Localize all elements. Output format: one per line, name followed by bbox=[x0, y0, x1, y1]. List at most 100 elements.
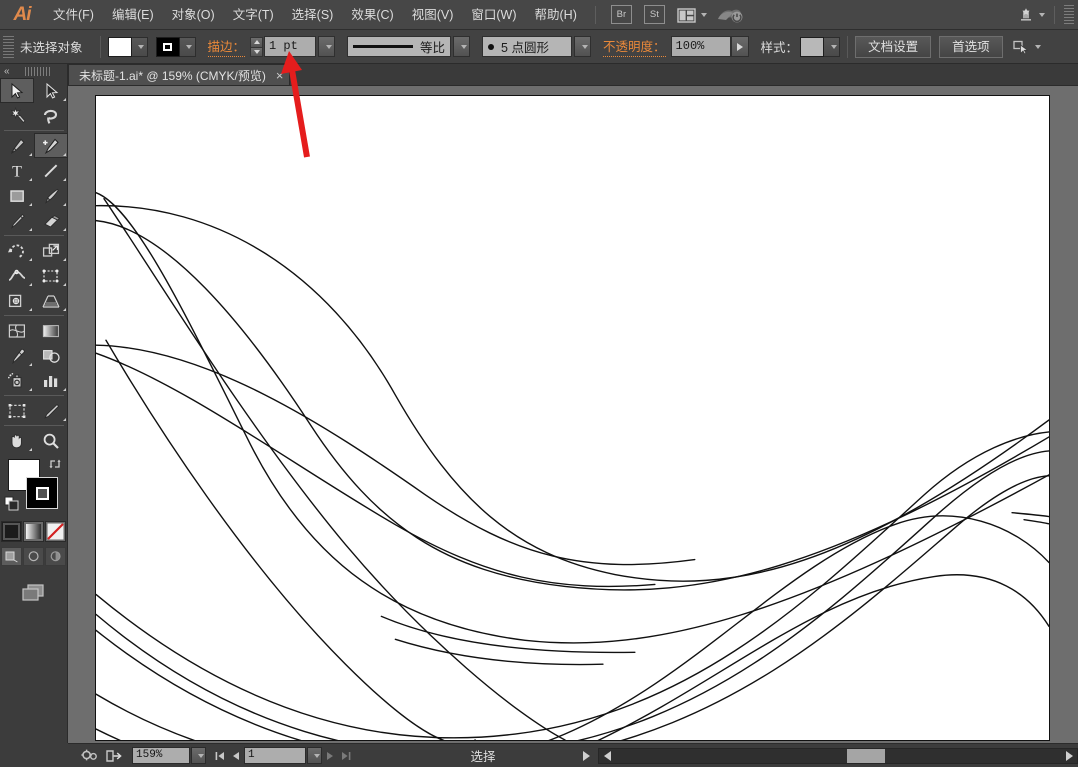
creative-cloud-sync-button[interactable] bbox=[717, 5, 745, 25]
tool-hand[interactable] bbox=[0, 428, 34, 453]
opacity-field[interactable]: 100% bbox=[670, 36, 731, 57]
default-fill-stroke-icon[interactable] bbox=[4, 496, 20, 515]
fill-swatch[interactable] bbox=[107, 36, 132, 57]
fill-dropdown-button[interactable] bbox=[131, 36, 148, 57]
menu-object[interactable]: 对象(O) bbox=[163, 0, 224, 30]
zoom-level-dropdown-button[interactable] bbox=[191, 747, 206, 764]
stroke-weight-label[interactable]: 描边： bbox=[207, 36, 246, 57]
close-icon[interactable]: × bbox=[276, 68, 284, 83]
tool-slice[interactable] bbox=[34, 398, 68, 423]
tool-gradient[interactable] bbox=[34, 318, 68, 343]
graphic-style-swatch[interactable] bbox=[800, 36, 825, 57]
stroke-profile-dropdown-button[interactable] bbox=[453, 36, 471, 57]
page-number-field[interactable]: 1 bbox=[244, 747, 306, 764]
artboard[interactable] bbox=[95, 95, 1050, 741]
workspace-switcher-button[interactable] bbox=[1017, 6, 1045, 24]
tool-magic-wand[interactable] bbox=[0, 103, 34, 128]
opacity-flyout-button[interactable] bbox=[730, 36, 749, 57]
screen-mode-button[interactable] bbox=[0, 580, 67, 604]
stroke-weight-field[interactable]: 1 pt bbox=[264, 36, 317, 57]
stroke-weight-stepper[interactable] bbox=[250, 36, 264, 57]
tool-mesh[interactable] bbox=[0, 318, 34, 343]
tool-free-transform[interactable] bbox=[34, 263, 68, 288]
tool-scale[interactable] bbox=[34, 238, 68, 263]
opacity-label[interactable]: 不透明度： bbox=[603, 36, 666, 57]
tool-artboard[interactable] bbox=[0, 398, 34, 423]
bridge-button[interactable]: Br bbox=[610, 5, 632, 24]
swap-fill-stroke-icon[interactable] bbox=[48, 457, 62, 474]
tool-blend[interactable] bbox=[34, 343, 68, 368]
menu-edit[interactable]: 编辑(E) bbox=[103, 0, 163, 30]
page-number-dropdown-button[interactable] bbox=[307, 747, 322, 764]
first-page-button[interactable] bbox=[212, 747, 228, 765]
tool-shape-builder[interactable] bbox=[0, 288, 34, 313]
tool-add-anchor-point[interactable] bbox=[34, 133, 68, 158]
menu-view[interactable]: 视图(V) bbox=[403, 0, 463, 30]
tool-pencil[interactable] bbox=[0, 208, 34, 233]
scroll-left-button[interactable] bbox=[599, 749, 615, 763]
tool-column-graph[interactable] bbox=[34, 368, 68, 393]
colormode-none-button[interactable] bbox=[45, 521, 66, 542]
document-tab[interactable]: 未标题-1.ai* @ 159% (CMYK/预览) × bbox=[68, 64, 291, 85]
tool-paintbrush[interactable] bbox=[34, 183, 68, 208]
stock-button[interactable]: St bbox=[643, 5, 665, 24]
horizontal-scrollbar-thumb[interactable] bbox=[847, 748, 885, 763]
arrange-documents-button[interactable] bbox=[677, 7, 707, 23]
menu-window[interactable]: 窗口(W) bbox=[462, 0, 525, 30]
toolbox-header[interactable]: « bbox=[0, 64, 67, 78]
tool-direct-selection[interactable] bbox=[34, 78, 68, 103]
colormode-color-button[interactable] bbox=[1, 521, 22, 542]
tool-rectangle[interactable] bbox=[0, 183, 34, 208]
document-settings-button[interactable] bbox=[78, 747, 102, 765]
stroke-dropdown-button[interactable] bbox=[179, 36, 196, 57]
tool-zoom[interactable] bbox=[34, 428, 68, 453]
drawmode-inside-button[interactable] bbox=[45, 547, 66, 566]
prev-page-button[interactable] bbox=[228, 747, 244, 765]
horizontal-scrollbar[interactable] bbox=[598, 747, 1078, 764]
canvas-area[interactable] bbox=[68, 86, 1078, 743]
zoom-level-field[interactable]: 159% bbox=[132, 747, 190, 764]
menu-type[interactable]: 文字(T) bbox=[224, 0, 283, 30]
tool-selection[interactable] bbox=[0, 78, 34, 103]
last-page-button[interactable] bbox=[338, 747, 354, 765]
menu-effect[interactable]: 效果(C) bbox=[342, 0, 402, 30]
stroke-profile-combo[interactable]: 等比 bbox=[347, 36, 452, 57]
tool-pen[interactable] bbox=[0, 133, 34, 158]
colormode-gradient-button[interactable] bbox=[23, 521, 44, 542]
scroll-right-small-button[interactable] bbox=[578, 747, 594, 764]
stepper-up-button[interactable] bbox=[250, 36, 264, 47]
tool-lasso[interactable] bbox=[34, 103, 68, 128]
stroke-weight-dropdown-button[interactable] bbox=[318, 36, 336, 57]
collapse-toolbox-icon[interactable]: « bbox=[0, 66, 10, 76]
stroke-color-control[interactable] bbox=[155, 36, 196, 57]
stepper-down-button[interactable] bbox=[250, 46, 264, 57]
document-setup-button[interactable]: 文档设置 bbox=[855, 35, 932, 58]
graphic-style-dropdown-button[interactable] bbox=[824, 36, 841, 57]
menu-help[interactable]: 帮助(H) bbox=[526, 0, 586, 30]
tool-type[interactable]: T bbox=[0, 158, 34, 183]
brush-dropdown-button[interactable] bbox=[574, 36, 592, 57]
select-similar-objects-button[interactable] bbox=[1012, 39, 1041, 55]
menu-select[interactable]: 选择(S) bbox=[283, 0, 343, 30]
tool-perspective-grid[interactable] bbox=[34, 288, 68, 313]
tool-eraser[interactable] bbox=[34, 208, 68, 233]
graphic-style-control[interactable] bbox=[800, 36, 841, 57]
toolbox-grip[interactable] bbox=[25, 67, 52, 76]
tool-rotate[interactable] bbox=[0, 238, 34, 263]
panel-grip[interactable] bbox=[1064, 4, 1074, 25]
tool-eyedropper[interactable] bbox=[0, 343, 34, 368]
menu-file[interactable]: 文件(F) bbox=[44, 0, 103, 30]
preferences-button[interactable]: 首选项 bbox=[939, 35, 1003, 58]
tool-symbol-sprayer[interactable] bbox=[0, 368, 34, 393]
fill-color-control[interactable] bbox=[107, 36, 148, 57]
drawmode-behind-button[interactable] bbox=[23, 547, 44, 566]
stroke-swatch[interactable] bbox=[155, 36, 180, 57]
tool-line-segment[interactable] bbox=[34, 158, 68, 183]
control-bar-grip[interactable] bbox=[3, 35, 14, 58]
scroll-right-button[interactable] bbox=[1061, 749, 1077, 763]
toolbox-stroke-swatch[interactable] bbox=[26, 477, 58, 509]
share-on-behance-button[interactable] bbox=[102, 747, 126, 765]
brush-definition-combo[interactable]: 5 点圆形 bbox=[482, 36, 573, 57]
next-page-button[interactable] bbox=[322, 747, 338, 765]
drawmode-normal-button[interactable] bbox=[1, 547, 22, 566]
